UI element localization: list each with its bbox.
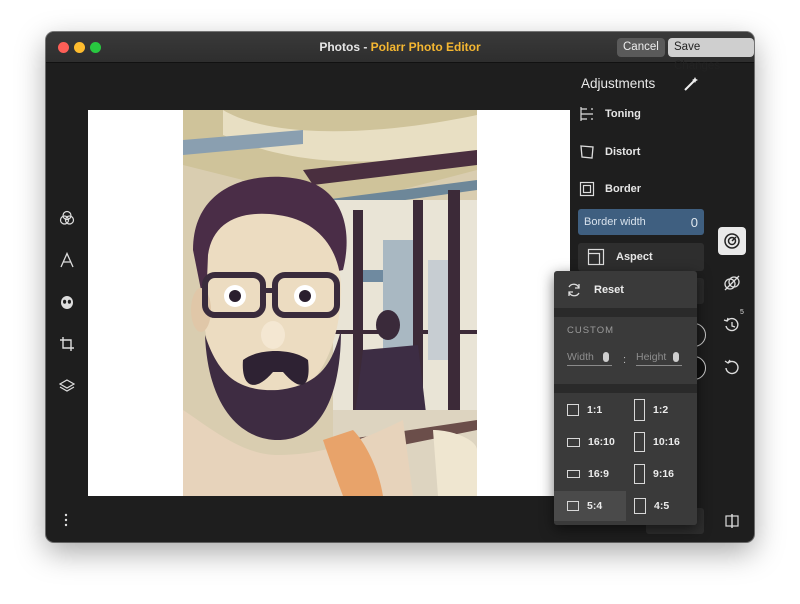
ratio-label: 5:4 [587,500,603,512]
ratio-option[interactable]: 9:16 [634,459,694,489]
border-width-slider[interactable]: Border width 0 [578,209,704,235]
width-field[interactable]: Width [567,348,612,366]
border-icon [578,180,596,198]
border-item[interactable]: Border [578,176,704,202]
more-vertical-icon[interactable] [58,510,74,530]
ratio-option[interactable]: 16:10 [554,427,626,457]
custom-label: CUSTOM [567,325,614,336]
adjustments-title: Adjustments [581,76,656,91]
aspect-dropdown: Reset CUSTOM Width : Height 1:1 16:10 16… [554,271,697,525]
history-icon[interactable]: 5 [718,309,746,339]
adjustments-icon[interactable] [718,227,746,255]
history-badge: 5 [740,309,744,316]
aspect-label: Aspect [616,251,653,263]
split-compare-icon[interactable] [722,511,742,531]
ratio-option[interactable]: 16:9 [554,459,626,489]
height-field[interactable]: Height [636,348,682,366]
distort-icon [578,143,596,161]
height-placeholder: Height [636,350,667,363]
portrait-icon [634,432,645,452]
custom-aspect-section: CUSTOM Width : Height [554,317,697,384]
toning-label: Toning [605,108,641,120]
aspect-item[interactable]: Aspect [578,243,704,271]
aspect-icon [586,247,606,267]
reset-icon [565,281,583,299]
window-title-app: Polarr Photo Editor [370,40,481,54]
reset-label: Reset [594,283,624,296]
reset-aspect-button[interactable]: Reset [554,271,697,308]
mask-off-icon[interactable] [718,269,746,297]
ratio-option[interactable]: 10:16 [634,427,694,457]
ratio-label: 1:1 [587,404,603,416]
undo-icon[interactable] [718,353,746,381]
save-changes-button[interactable]: Save Changes [668,38,754,72]
ratio-label: 10:16 [653,436,680,448]
square-icon [567,404,579,416]
ratio-label: 16:10 [588,436,615,448]
crop-icon[interactable] [56,333,78,355]
ratio-option[interactable]: 4:5 [634,491,694,521]
distort-item[interactable]: Distort [578,139,704,165]
text-icon[interactable] [56,249,78,271]
width-stepper-icon[interactable] [603,351,609,362]
filters-icon[interactable] [56,207,78,229]
ratio-label: 9:16 [653,468,675,480]
edited-photo[interactable] [183,110,477,496]
divider [554,308,697,317]
ratio-option[interactable]: 1:1 [554,395,626,425]
app-window: Photos - Polarr Photo Editor Cancel Save… [46,32,754,542]
cancel-button[interactable]: Cancel [617,38,665,57]
ratio-separator: : [623,354,627,366]
height-stepper-icon[interactable] [673,351,679,362]
ratio-label: 16:9 [588,468,610,480]
magic-wand-icon[interactable] [682,75,700,93]
portrait-icon [634,399,645,421]
toning-icon [578,105,596,123]
ratio-option[interactable]: 1:2 [634,395,694,425]
ratio-label: 1:2 [653,404,669,416]
distort-label: Distort [605,146,641,158]
ratio-label: 4:5 [654,500,670,512]
portrait-icon [634,498,646,514]
layers-icon[interactable] [56,375,78,397]
landscape-icon [567,437,580,447]
landscape-icon [567,470,580,478]
face-icon[interactable] [56,291,78,313]
border-width-value: 0 [690,214,698,230]
window-title-prefix: Photos - [319,40,371,54]
toning-item[interactable]: Toning [578,101,704,127]
divider [554,384,697,393]
landscape-icon [567,501,579,511]
border-label: Border [605,183,642,195]
title-bar: Photos - Polarr Photo Editor Cancel Save… [46,32,754,72]
width-placeholder: Width [567,350,594,363]
ratio-option-selected[interactable]: 5:4 [554,491,626,521]
aspect-ratio-grid: 1:1 16:10 16:9 5:4 1:2 10:16 9:16 4:5 [554,393,697,525]
border-width-label: Border width [584,216,646,228]
portrait-icon [634,464,645,484]
